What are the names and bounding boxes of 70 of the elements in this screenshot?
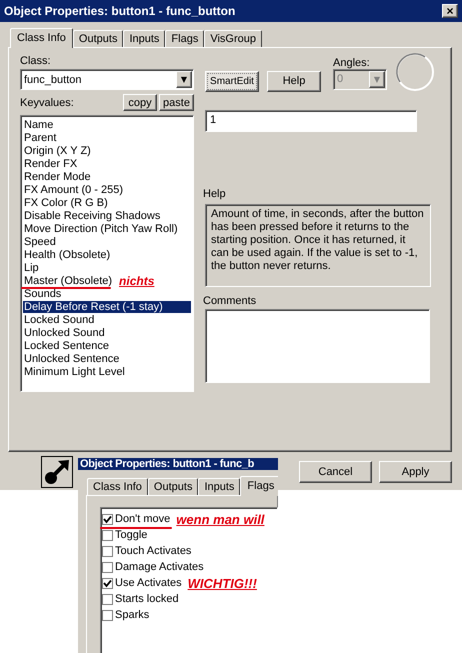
- keyvalue-item[interactable]: Render FX: [23, 158, 78, 170]
- paste-button[interactable]: paste: [159, 94, 194, 111]
- keyvalue-item[interactable]: Unlocked Sound: [23, 326, 106, 338]
- keyvalue-item[interactable]: Health (Obsolete): [23, 248, 112, 260]
- flag-label: Sparks: [115, 609, 150, 621]
- keyvalues-label: Keyvalues:: [20, 96, 75, 108]
- tab[interactable]: Class Info: [87, 478, 148, 495]
- annotation: WICHTIG!!!: [188, 576, 257, 590]
- dialog-button[interactable]: Cancel: [299, 461, 372, 483]
- check-icon: [103, 514, 112, 524]
- checkbox[interactable]: [102, 610, 113, 620]
- checkbox[interactable]: [102, 530, 113, 540]
- keyvalue-item[interactable]: Sounds: [23, 288, 62, 300]
- class-value: func_button: [24, 74, 82, 86]
- keyvalue-item[interactable]: Speed: [23, 236, 57, 248]
- tab[interactable]: Class Info: [10, 28, 73, 48]
- angles-value: 0: [337, 73, 344, 85]
- smartedit-button[interactable]: SmartEdit: [205, 70, 259, 92]
- annotation: wenn man will: [176, 512, 264, 526]
- tab[interactable]: Flags: [240, 476, 278, 496]
- angle-dial-icon[interactable]: [395, 52, 435, 92]
- keyvalue-item[interactable]: Delay Before Reset (-1 stay): [23, 300, 191, 312]
- keyvalue-item[interactable]: Lip: [23, 262, 40, 274]
- underline-mark: [100, 527, 172, 529]
- flag-label: Use Activates: [115, 577, 182, 589]
- checkbox[interactable]: [102, 514, 113, 524]
- keyvalue-item[interactable]: Locked Sound: [23, 314, 96, 326]
- annotation: nichts: [119, 274, 154, 288]
- flag-label: Toggle: [115, 529, 148, 541]
- tab[interactable]: Inputs: [198, 478, 240, 495]
- help-text: Amount of time, in seconds, after the button has been pressed before it returns to the starting position. Once it has returned, it can be used again. If the value is set to -1, the button never returns.: [205, 204, 431, 287]
- angles-label: Angles:: [333, 56, 371, 68]
- window-title: Object Properties: button1 - func_b: [80, 458, 254, 470]
- flag-label: Don't move: [115, 513, 170, 525]
- keyvalue-item[interactable]: Render Mode: [23, 170, 92, 182]
- class-label: Class:: [20, 55, 52, 67]
- check-icon: [103, 578, 112, 588]
- checkbox[interactable]: [102, 546, 113, 556]
- keyvalue-item[interactable]: Master (Obsolete): [23, 274, 114, 286]
- class-dropdown[interactable]: func_button ▼: [20, 69, 194, 90]
- tab[interactable]: Inputs: [123, 30, 166, 47]
- close-button[interactable]: ×: [442, 4, 458, 18]
- flag-label: Damage Activates: [115, 561, 204, 573]
- keyvalue-item[interactable]: FX Color (R G B): [23, 196, 109, 208]
- checkbox[interactable]: [102, 562, 113, 572]
- flag-label: Touch Activates: [115, 545, 192, 557]
- copy-button[interactable]: copy: [123, 94, 157, 111]
- comments-field[interactable]: [205, 309, 430, 383]
- keyvalue-item[interactable]: Origin (X Y Z): [23, 144, 92, 156]
- help-button[interactable]: Help: [267, 70, 321, 92]
- keyvalue-item[interactable]: Locked Sentence: [23, 340, 110, 352]
- keyvalue-item[interactable]: Unlocked Sentence: [23, 352, 120, 364]
- tab[interactable]: Flags: [165, 30, 204, 47]
- keyvalue-item[interactable]: Disable Receiving Shadows: [23, 210, 162, 222]
- flag-label: Starts locked: [115, 593, 179, 605]
- tab[interactable]: Outputs: [72, 30, 124, 47]
- help-label: Help: [203, 188, 227, 200]
- checkbox[interactable]: [102, 594, 113, 604]
- keyvalue-item[interactable]: Minimum Light Level: [23, 366, 126, 378]
- window-title: Object Properties: button1 - func_button: [4, 4, 236, 18]
- keyvalue-item[interactable]: Parent: [23, 132, 58, 144]
- dialog-button[interactable]: Apply: [379, 461, 452, 483]
- tab[interactable]: Outputs: [148, 478, 198, 495]
- comments-label: Comments: [203, 295, 258, 307]
- checkbox[interactable]: [102, 578, 113, 588]
- keyvalue-item[interactable]: Name: [23, 118, 54, 130]
- value-field[interactable]: 1: [205, 110, 417, 132]
- keyvalue-item[interactable]: Move Direction (Pitch Yaw Roll): [23, 222, 179, 234]
- tab[interactable]: VisGroup: [204, 30, 262, 47]
- keyvalue-item[interactable]: FX Amount (0 - 255): [23, 184, 124, 196]
